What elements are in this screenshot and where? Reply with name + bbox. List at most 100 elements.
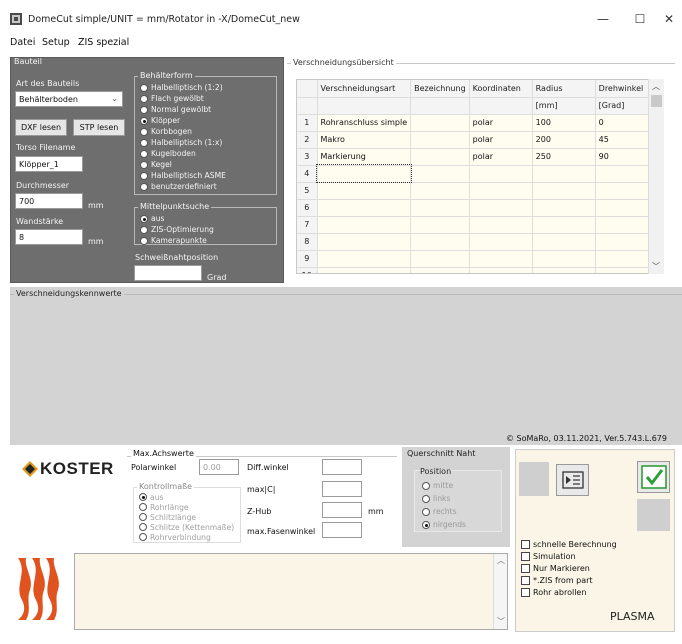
behaelterform-option[interactable]: Kugelboden — [140, 148, 226, 159]
option-checkbox[interactable]: Simulation — [521, 550, 617, 562]
log-scrollbar[interactable]: ︿ ﹀ — [493, 554, 507, 629]
header-cell[interactable]: Radius — [532, 80, 596, 98]
table-cell[interactable] — [532, 216, 596, 234]
table-cell[interactable] — [317, 216, 412, 234]
radio-button-icon[interactable] — [140, 127, 148, 136]
table-cell[interactable] — [532, 182, 596, 200]
table-cell[interactable] — [410, 250, 470, 268]
fasenwinkel-input[interactable] — [322, 522, 362, 538]
radio-button-icon[interactable] — [139, 523, 147, 531]
behaelterform-option[interactable]: Korbbogen — [140, 126, 226, 137]
gray-button-2[interactable] — [637, 499, 670, 531]
minimize-button[interactable]: — — [590, 9, 616, 29]
maximize-button[interactable]: ☐ — [627, 9, 653, 29]
radio-button-icon[interactable] — [422, 520, 430, 529]
table-cell[interactable] — [316, 164, 412, 183]
querschnitt-option[interactable]: mitte — [422, 479, 466, 492]
table-cell[interactable] — [469, 233, 533, 251]
option-checkbox[interactable]: Nur Markieren — [521, 562, 617, 574]
mittelpunkt-option[interactable]: Kamerapunkte — [140, 235, 214, 246]
table-cell[interactable] — [469, 267, 533, 273]
table-cell[interactable] — [410, 182, 470, 200]
log-textarea[interactable]: ︿ ﹀ — [74, 553, 508, 630]
radio-button-icon[interactable] — [140, 236, 148, 245]
table-cell[interactable] — [317, 182, 412, 200]
table-cell[interactable] — [410, 233, 470, 251]
dxf-lesen-button[interactable]: DXF lesen — [15, 119, 67, 136]
table-row[interactable]: 1 Rohranschluss simple polar 100 0 — [297, 114, 660, 132]
querschnitt-option[interactable]: links — [422, 492, 466, 505]
behaelterform-option[interactable]: Kegel — [140, 159, 226, 170]
radio-button-icon[interactable] — [140, 138, 148, 147]
radio-button-icon[interactable] — [140, 94, 148, 103]
table-scrollbar[interactable]: ︿ ﹀ — [648, 79, 664, 274]
header-cell[interactable]: Verschneidungsart — [317, 80, 412, 98]
table-cell[interactable] — [317, 250, 412, 268]
table-cell[interactable]: polar — [469, 131, 533, 149]
radio-button-icon[interactable] — [140, 116, 148, 125]
table-cell[interactable] — [469, 182, 533, 200]
checkbox-icon[interactable] — [521, 575, 530, 585]
radio-button-icon[interactable] — [139, 493, 147, 501]
radio-button-icon[interactable] — [140, 214, 148, 223]
checkbox-icon[interactable] — [521, 551, 530, 561]
behaelterform-option[interactable]: Halbelliptisch (1:2) — [140, 82, 226, 93]
close-button[interactable]: ✕ — [656, 9, 682, 29]
radio-button-icon[interactable] — [140, 105, 148, 114]
mittelpunkt-option[interactable]: aus — [140, 213, 214, 224]
header-cell[interactable]: Bezeichnung — [410, 80, 470, 98]
scroll-up-icon[interactable]: ︿ — [652, 81, 660, 92]
checkbox-icon[interactable] — [521, 563, 530, 573]
run-program-button[interactable] — [556, 464, 589, 496]
radio-button-icon[interactable] — [140, 83, 148, 92]
verschneidung-table[interactable]: Verschneidungsart Bezeichnung Koordinate… — [296, 79, 664, 274]
mittelpunkt-option[interactable]: ZIS-Optimierung — [140, 224, 214, 235]
querschnitt-option[interactable]: rechts — [422, 505, 466, 518]
radio-button-icon[interactable] — [140, 182, 148, 191]
behaelterform-option[interactable]: benutzerdefiniert — [140, 181, 226, 192]
table-row[interactable]: 10 — [297, 267, 660, 273]
table-cell[interactable] — [532, 267, 596, 273]
scroll-up-icon[interactable]: ︿ — [497, 555, 505, 566]
table-cell[interactable] — [410, 148, 470, 166]
behaelterform-option[interactable]: Flach gewölbt — [140, 93, 226, 104]
kontroll-option[interactable]: Rohrlänge — [139, 502, 234, 512]
menu-setup[interactable]: Setup — [42, 37, 70, 48]
radio-button-icon[interactable] — [139, 503, 147, 511]
radio-button-icon[interactable] — [140, 225, 148, 234]
table-cell[interactable]: polar — [469, 114, 533, 132]
scroll-down-icon[interactable]: ﹀ — [497, 616, 505, 627]
table-row[interactable]: 5 — [297, 182, 660, 200]
option-checkbox[interactable]: schnelle Berechnung — [521, 538, 617, 550]
table-cell[interactable] — [469, 165, 533, 183]
table-row[interactable]: 4 — [297, 164, 660, 183]
scroll-thumb[interactable] — [651, 95, 662, 107]
table-row[interactable]: 8 — [297, 233, 660, 251]
querschnitt-option[interactable]: nirgends — [422, 518, 466, 531]
scroll-down-icon[interactable]: ﹀ — [652, 261, 660, 272]
table-cell[interactable] — [317, 233, 412, 251]
radio-button-icon[interactable] — [422, 494, 430, 503]
table-cell[interactable] — [410, 199, 470, 217]
z-hub-input[interactable] — [322, 502, 362, 518]
table-row[interactable]: 2 Makro polar 200 45 — [297, 131, 660, 149]
table-row[interactable]: 9 — [297, 250, 660, 268]
table-row[interactable]: 7 — [297, 216, 660, 234]
polarwinkel-input[interactable]: 0.00 — [199, 459, 239, 475]
table-cell[interactable] — [532, 233, 596, 251]
header-cell[interactable]: Koordinaten — [469, 80, 533, 98]
checkbox-icon[interactable] — [521, 539, 530, 549]
table-row[interactable]: 3 Markierung polar 250 90 — [297, 148, 660, 166]
table-cell[interactable] — [410, 114, 470, 132]
radio-button-icon[interactable] — [139, 533, 147, 541]
behaelterform-option[interactable]: Normal gewölbt — [140, 104, 226, 115]
confirm-button[interactable] — [637, 461, 670, 493]
max-c-input[interactable] — [322, 481, 362, 497]
radio-button-icon[interactable] — [140, 149, 148, 158]
table-cell[interactable] — [469, 216, 533, 234]
table-cell[interactable] — [532, 165, 596, 183]
gray-button-1[interactable] — [519, 462, 549, 496]
table-cell[interactable] — [532, 199, 596, 217]
table-cell[interactable]: polar — [469, 148, 533, 166]
radio-button-icon[interactable] — [422, 507, 430, 516]
